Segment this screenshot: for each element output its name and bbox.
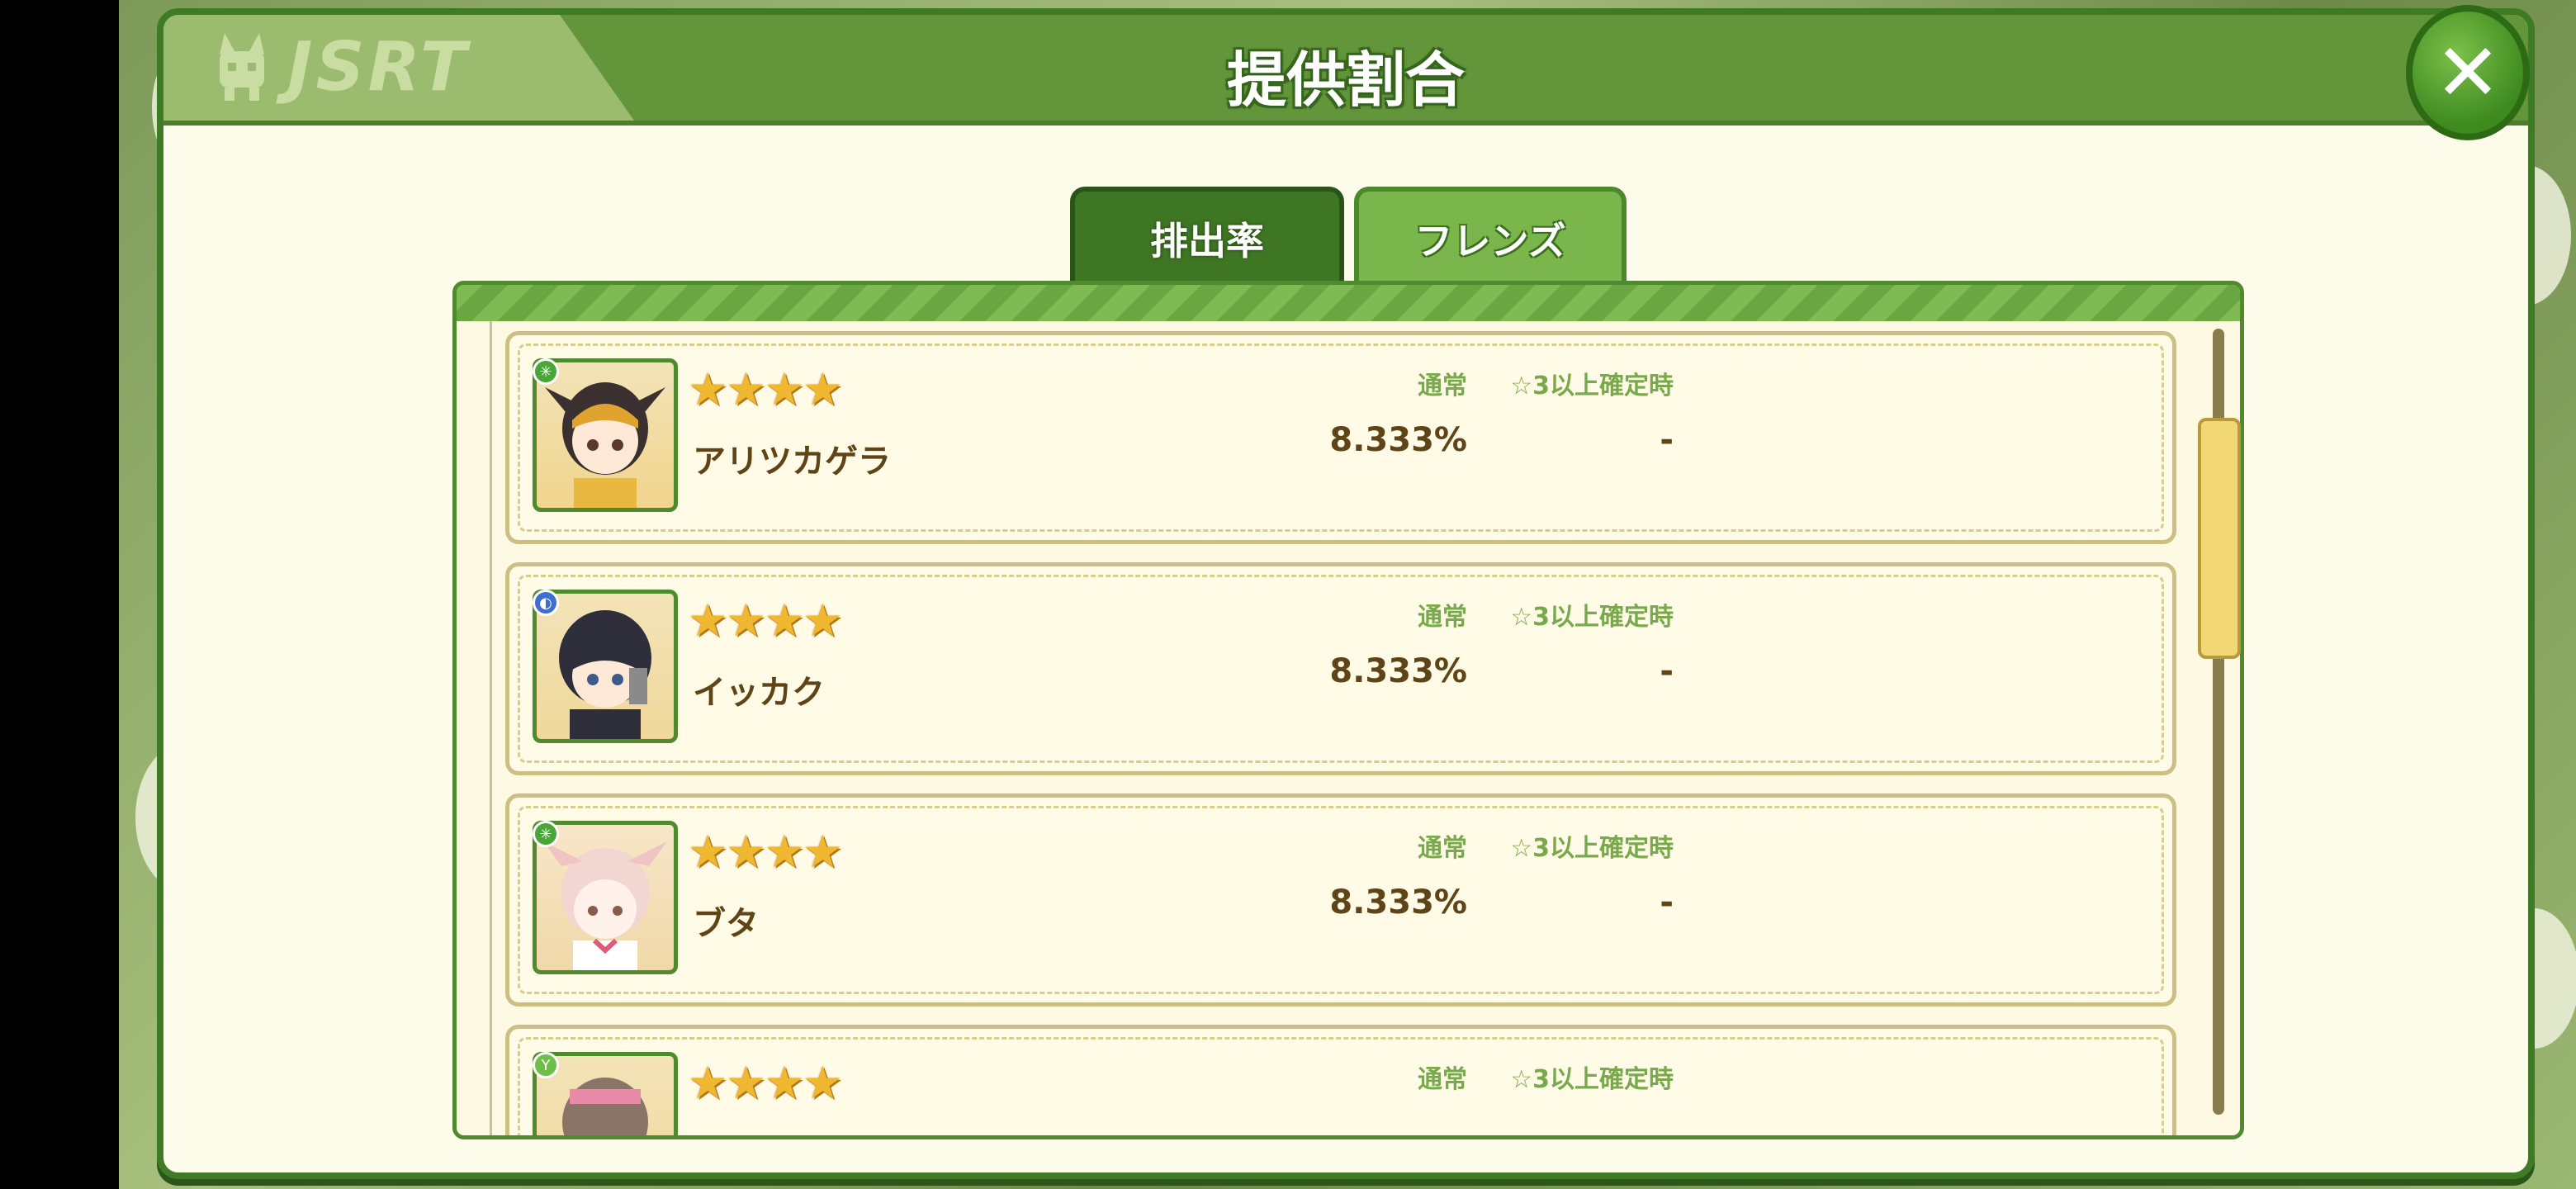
friends-list: ✳ ★★★★ アリツカゲラ 通常 ☆3以上確定時 8.333% - ◐ ★★★★…	[452, 281, 2244, 1139]
friend-name: イッカク	[693, 674, 825, 712]
tab-rate[interactable]: 排出率	[1070, 187, 1344, 286]
normal-rate-label: 通常	[1418, 834, 1467, 863]
normal-rate-label: 通常	[1418, 372, 1467, 400]
close-button[interactable]: ✕	[2406, 5, 2530, 140]
rarity-stars: ★★★★	[688, 594, 843, 647]
dialog-header: JSRT 提供割合	[163, 15, 2528, 126]
friend-name: ブタ	[693, 905, 759, 943]
water-attribute-icon: ◐	[533, 590, 559, 616]
normal-rate-label: 通常	[1418, 1065, 1467, 1094]
friends-scroll-area[interactable]: ✳ ★★★★ アリツカゲラ 通常 ☆3以上確定時 8.333% - ◐ ★★★★…	[490, 321, 2204, 1135]
friend-card[interactable]: ✳ ★★★★ ブタ 通常 ☆3以上確定時 8.333% -	[505, 793, 2176, 1007]
dialog-title: 提供割合	[1226, 45, 1465, 115]
normal-rate-label: 通常	[1418, 603, 1467, 632]
rarity-stars: ★★★★	[688, 826, 843, 878]
guaranteed-rate-label: ☆3以上確定時	[1510, 372, 1674, 400]
tab-friends[interactable]: フレンズ	[1354, 187, 1627, 286]
friend-card[interactable]: ◐ ★★★★ イッカク 通常 ☆3以上確定時 8.333% -	[505, 562, 2176, 775]
forest-attribute-icon: ✳	[533, 358, 559, 385]
rarity-stars: ★★★★	[688, 363, 843, 415]
guaranteed-rate-label: ☆3以上確定時	[1510, 1065, 1674, 1094]
forest-attribute-icon: ✳	[533, 821, 559, 847]
normal-rate-value: 8.333%	[1329, 421, 1467, 459]
guaranteed-rate-value: -	[1660, 652, 1674, 690]
normal-rate-value: 8.333%	[1329, 883, 1467, 921]
friend-card[interactable]: Y ★★★★ 通常 ☆3以上確定時	[505, 1025, 2176, 1135]
guaranteed-rate-value: -	[1660, 421, 1674, 459]
scrollbar-thumb[interactable]	[2198, 418, 2241, 659]
friend-card[interactable]: ✳ ★★★★ アリツカゲラ 通常 ☆3以上確定時 8.333% -	[505, 331, 2176, 544]
guaranteed-rate-value: -	[1660, 883, 1674, 921]
normal-rate-value: 8.333%	[1329, 652, 1467, 690]
friend-name: アリツカゲラ	[693, 443, 891, 481]
plant-attribute-icon: Y	[533, 1052, 559, 1078]
guaranteed-rate-label: ☆3以上確定時	[1510, 834, 1674, 863]
rarity-stars: ★★★★	[688, 1057, 843, 1109]
guaranteed-rate-label: ☆3以上確定時	[1510, 603, 1674, 632]
close-icon: ✕	[2434, 26, 2502, 119]
list-header-stripe	[457, 285, 2240, 321]
